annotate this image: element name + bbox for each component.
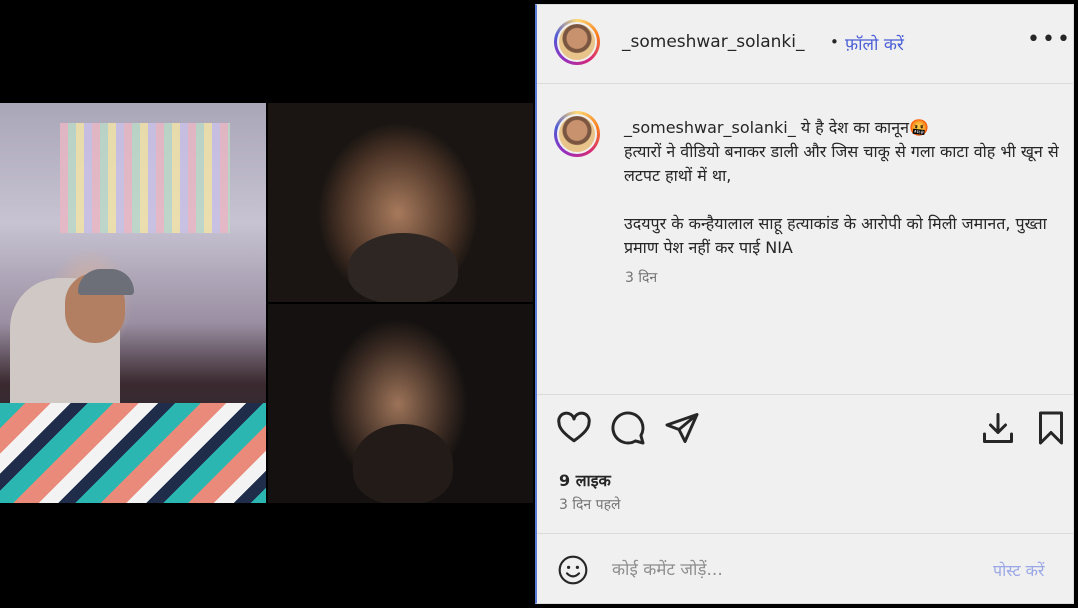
post-comment-button[interactable]: पोस्ट करें — [993, 559, 1044, 581]
caption-section: _someshwar_solanki_ ये है देश का कानून🤬 … — [537, 84, 1073, 395]
caption-text: _someshwar_solanki_ ये है देश का कानून🤬 … — [624, 116, 1064, 260]
post-header: _someshwar_solanki_ • फ़ॉलो करें ••• — [537, 5, 1073, 84]
caption-timestamp[interactable]: 3 दिन — [625, 268, 657, 287]
comment-input[interactable] — [610, 554, 974, 586]
bookmark-icon[interactable] — [1033, 410, 1069, 446]
follow-button[interactable]: फ़ॉलो करें — [845, 32, 904, 55]
post-panel: _someshwar_solanki_ • फ़ॉलो करें ••• _so… — [535, 4, 1074, 604]
photo-beard — [353, 424, 453, 503]
comment-bar: पोस्ट करें — [537, 533, 1073, 604]
avatar[interactable] — [554, 19, 600, 65]
comment-icon[interactable] — [610, 410, 646, 446]
media-photo-accused-1 — [268, 103, 533, 302]
action-bar — [537, 410, 1073, 450]
likes-count[interactable]: 9 लाइक — [559, 469, 611, 491]
caption-line-3: उदयपुर के कन्हैयालाल साहू हत्याकांड के आ… — [624, 214, 1047, 257]
post-time: 3 दिन पहले — [559, 497, 621, 513]
photo-cloth — [0, 403, 266, 503]
caption-line-1: ये है देश का कानून🤬 — [800, 118, 929, 137]
heart-icon[interactable] — [556, 410, 592, 446]
download-icon[interactable] — [980, 410, 1016, 446]
media-photo-shop — [0, 103, 266, 503]
share-icon[interactable] — [664, 410, 700, 446]
post-media[interactable] — [0, 0, 533, 608]
photo-shelf — [60, 123, 230, 233]
header-username[interactable]: _someshwar_solanki_ — [622, 32, 804, 52]
photo-beard — [348, 233, 458, 302]
caption-avatar[interactable] — [554, 111, 600, 157]
photo-cap — [78, 269, 134, 295]
separator-dot: • — [830, 33, 839, 51]
more-options-icon[interactable]: ••• — [1027, 27, 1072, 52]
media-photo-accused-2 — [268, 304, 533, 503]
emoji-icon[interactable] — [557, 554, 589, 586]
caption-line-2: हत्यारों ने वीडियो बनाकर डाली और जिस चाक… — [624, 142, 1059, 185]
caption-username[interactable]: _someshwar_solanki_ — [624, 118, 796, 137]
